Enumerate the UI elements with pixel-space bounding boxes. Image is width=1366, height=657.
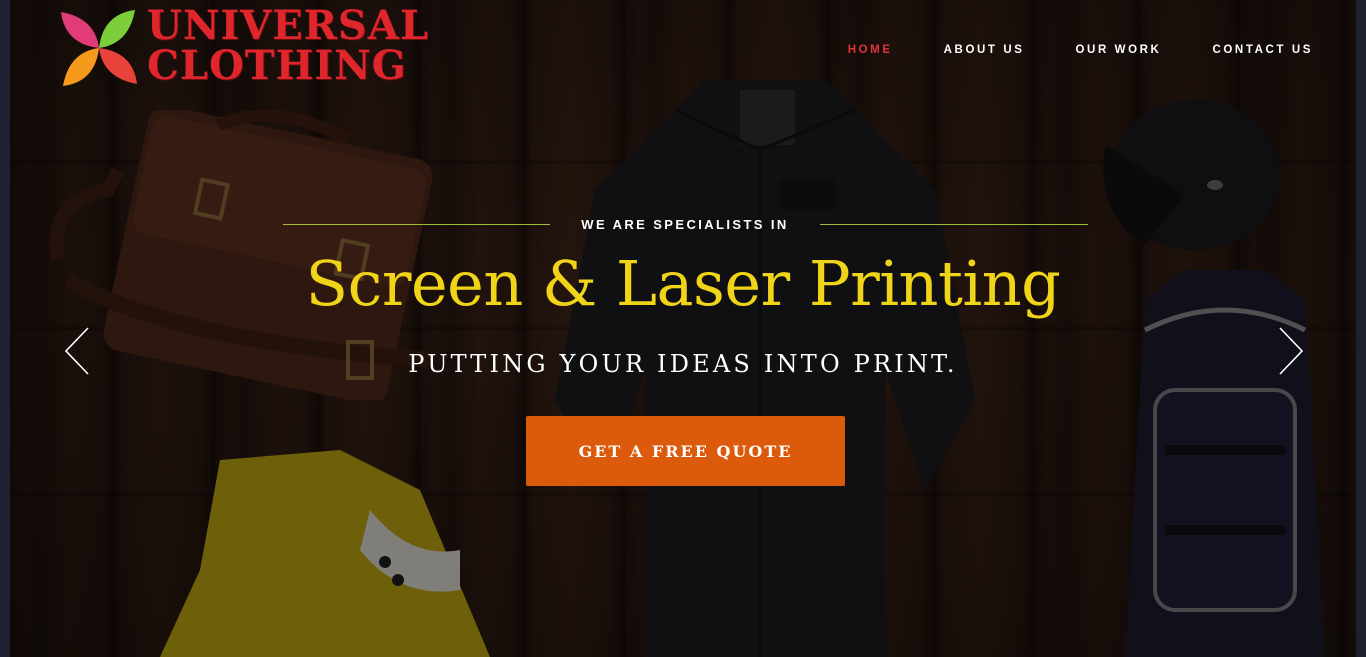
hero-kicker: WE ARE SPECIALISTS IN (581, 217, 789, 232)
dark-overlay (10, 0, 1356, 657)
left-page-margin (0, 0, 10, 657)
chevron-left-icon[interactable] (62, 326, 92, 376)
chevron-right-icon[interactable] (1276, 326, 1306, 376)
get-free-quote-button[interactable]: GET A FREE QUOTE (526, 416, 845, 486)
main-nav: HOME ABOUT US OUR WORK CONTACT US (797, 44, 1313, 56)
right-page-margin (1356, 0, 1366, 657)
brand-line-2: CLOTHING (147, 42, 407, 89)
brand-logo[interactable]: UNIVERSAL CLOTHING (55, 4, 445, 96)
hero-slider (10, 0, 1356, 657)
nav-item-contact-us[interactable]: CONTACT US (1212, 44, 1313, 56)
nav-item-about-us[interactable]: ABOUT US (944, 44, 1025, 56)
brand-wordmark: UNIVERSAL CLOTHING (147, 6, 429, 86)
nav-item-our-work[interactable]: OUR WORK (1076, 44, 1162, 56)
pinwheel-logo-icon (61, 10, 137, 86)
hero-headline: Screen & Laser Printing (305, 247, 1061, 320)
hero-kicker-row: WE ARE SPECIALISTS IN (283, 216, 1088, 236)
nav-item-home[interactable]: HOME (848, 44, 893, 56)
kicker-divider-right (820, 224, 1088, 225)
hero-subheadline: PUTTING YOUR IDEAS INTO PRINT. (408, 350, 958, 378)
kicker-divider-left (283, 224, 550, 225)
brand-line-1: UNIVERSAL (147, 2, 429, 49)
